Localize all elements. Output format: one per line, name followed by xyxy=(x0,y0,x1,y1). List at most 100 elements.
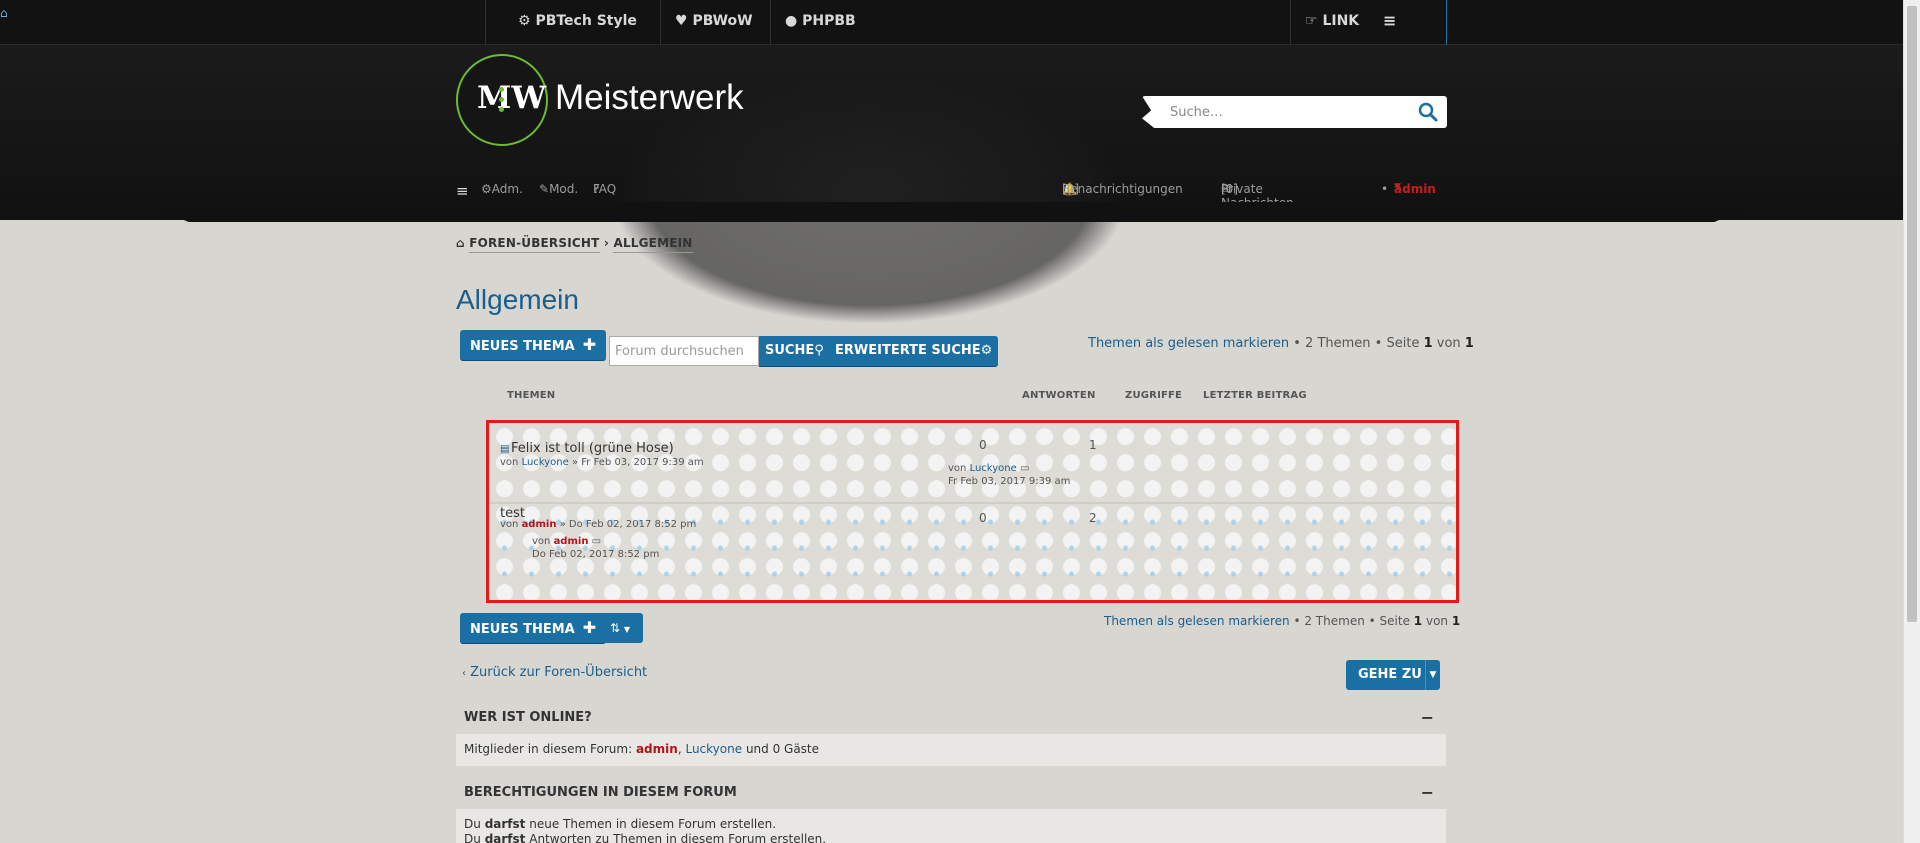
home-icon[interactable]: ⌂ xyxy=(456,236,465,250)
mark-read-link[interactable]: Themen als gelesen markieren xyxy=(1088,336,1289,351)
new-topic-button-bottom[interactable]: NEUES THEMA ✚ xyxy=(460,613,607,643)
pagination-bottom: Themen als gelesen markieren • 2 Themen … xyxy=(1104,614,1461,628)
nav-item-pbtech[interactable]: ⚙ PBTech Style xyxy=(518,0,637,45)
topic-date: » Fr Feb 03, 2017 9:39 am xyxy=(571,457,704,468)
hamburger-icon[interactable]: ≡ xyxy=(1383,0,1396,45)
topic-author[interactable]: Luckyone xyxy=(522,457,569,468)
nav-item-label: PBTech Style xyxy=(535,13,637,29)
column-last-post: LETZTER BEITRAG xyxy=(1203,390,1307,401)
topic-author-line: von admin » Do Feb 02, 2017 8:52 pm xyxy=(500,519,696,530)
who-is-online-body: Mitglieder in diesem Forum: admin, Lucky… xyxy=(456,734,1446,766)
by-label: von xyxy=(500,519,519,530)
by-label: von xyxy=(532,536,551,547)
advanced-search-button[interactable]: ERWEITERTE SUCHE⚙ xyxy=(829,336,999,366)
topic-title-link[interactable]: Felix ist toll (grüne Hose) xyxy=(511,441,674,456)
sort-options-button[interactable]: ⇅ ▼ xyxy=(597,613,643,643)
nav-item-pbwow[interactable]: ♥ PBWoW xyxy=(675,0,753,45)
nav-item-phpbb[interactable]: ● PHPBB xyxy=(785,0,856,45)
online-suffix: und 0 Gäste xyxy=(745,742,820,756)
last-post-author[interactable]: admin xyxy=(554,536,589,547)
new-topic-button[interactable]: NEUES THEMA ✚ xyxy=(460,330,607,360)
vertical-scrollbar[interactable] xyxy=(1903,0,1920,843)
nav-separator xyxy=(485,0,486,45)
collapse-icon[interactable]: − xyxy=(1421,704,1434,732)
online-user-link[interactable]: Luckyone xyxy=(685,742,742,756)
new-topic-label: NEUES THEMA xyxy=(470,622,575,637)
who-is-online-header[interactable]: WER IST ONLINE? − xyxy=(456,704,1446,732)
perm-text: neue Themen in diesem Forum erstellen. xyxy=(529,817,777,831)
go-to-post-icon[interactable]: ▭ xyxy=(592,536,601,547)
brand-name[interactable]: Meisterwerk xyxy=(555,78,744,118)
scrollbar-thumb[interactable] xyxy=(1907,6,1917,622)
logo-dot xyxy=(499,107,504,112)
caret-down-icon: ▼ xyxy=(1394,182,1401,192)
page-of: von xyxy=(1425,614,1449,628)
go-to-post-icon[interactable]: ▭ xyxy=(1020,463,1029,474)
plus-icon: ✚ xyxy=(582,335,597,354)
view-count: 1 xyxy=(1089,438,1097,452)
new-topic-label: NEUES THEMA xyxy=(470,339,575,354)
forum-search-input[interactable] xyxy=(609,336,759,366)
pagination-top: Themen als gelesen markieren • 2 Themen … xyxy=(1088,336,1474,351)
gear-icon: ⚙ xyxy=(980,343,993,358)
page-current: 1 xyxy=(1413,614,1423,628)
goto-label: GEHE ZU xyxy=(1358,667,1422,682)
plus-icon: ✚ xyxy=(582,618,597,637)
permissions-body: Du darfst neue Themen in diesem Forum er… xyxy=(456,809,1446,843)
search-input[interactable] xyxy=(1170,96,1410,128)
view-count: 2 xyxy=(1089,511,1097,525)
home-icon[interactable]: ⌂ xyxy=(0,6,8,20)
page-total: 1 xyxy=(1464,336,1474,351)
permissions-header[interactable]: BERECHTIGUNGEN IN DIESEM FORUM − xyxy=(456,779,1446,807)
topic-author-line: von Luckyone » Fr Feb 03, 2017 9:39 am xyxy=(500,457,704,468)
mark-read-link[interactable]: Themen als gelesen markieren xyxy=(1104,614,1290,628)
mod-link[interactable]: ✎ Mod. xyxy=(539,182,578,196)
page-title[interactable]: Allgemein xyxy=(456,284,579,316)
header-search xyxy=(1142,96,1447,128)
back-label: Zurück zur Foren-Übersicht xyxy=(470,665,648,680)
reply-count: 0 xyxy=(979,438,987,452)
online-title: WER IST ONLINE? xyxy=(464,710,592,725)
goto-button[interactable]: GEHE ZU ▼ xyxy=(1346,660,1440,690)
collapse-icon[interactable]: − xyxy=(1421,779,1434,807)
breadcrumb-current[interactable]: ALLGEMEIN xyxy=(613,236,693,253)
online-separator: , xyxy=(677,742,682,756)
breadcrumb-home[interactable]: FOREN-ÜBERSICHT xyxy=(469,236,600,253)
page-total: 1 xyxy=(1451,614,1461,628)
quick-links-icon[interactable]: ≡ xyxy=(456,182,469,200)
column-topics: THEMEN xyxy=(507,390,556,401)
nav-separator xyxy=(660,0,661,45)
page-of: von xyxy=(1436,336,1461,351)
permission-line: Du darfst Antworten zu Themen in diesem … xyxy=(464,832,1438,843)
nav-item-link[interactable]: ☞ LINK xyxy=(1305,0,1359,45)
last-post-author-line: von Luckyone ▭ xyxy=(948,463,1029,474)
nav-item-label: PHPBB xyxy=(802,13,856,29)
by-label: von xyxy=(500,457,519,468)
chevron-left-icon: ‹ xyxy=(462,668,466,679)
nav-item-label: PBWoW xyxy=(692,13,753,29)
back-to-index-link[interactable]: ‹ Zurück zur Foren-Übersicht xyxy=(462,665,647,680)
permission-line: Du darfst neue Themen in diesem Forum er… xyxy=(464,817,1438,832)
mod-label: Mod. xyxy=(549,182,579,196)
notifications-label: Benachrichtigungen xyxy=(1062,182,1183,196)
globe-icon: ● xyxy=(785,13,798,29)
search-icon[interactable] xyxy=(1417,101,1439,123)
page-current: 1 xyxy=(1423,336,1433,351)
last-post-date: Do Feb 02, 2017 8:52 pm xyxy=(532,549,660,560)
online-admin-link[interactable]: admin xyxy=(636,742,678,756)
notifications-count: [0] xyxy=(1062,182,1079,196)
header-bottom-band xyxy=(140,202,1763,222)
row-separator xyxy=(489,502,1456,504)
nav-separator xyxy=(1290,0,1291,45)
top-navbar: ⌂ ⚙ PBTech Style ♥ PBWoW ● PHPBB ☞ LINK … xyxy=(0,0,1903,45)
nav-separator xyxy=(1446,0,1447,45)
topics-count: 2 Themen xyxy=(1305,336,1371,351)
search-forum-button[interactable]: SUCHE⚲ xyxy=(759,336,830,366)
last-post-author[interactable]: Luckyone xyxy=(970,463,1017,474)
topics-count: 2 Themen xyxy=(1304,614,1365,628)
adm-link[interactable]: ⚙ Adm. xyxy=(481,182,523,196)
topic-author[interactable]: admin xyxy=(522,519,557,530)
logo-dot xyxy=(499,97,504,102)
sub-navbar: ≡ ⚙ Adm. ✎ Mod. ? FAQ 🔔 Benachrichtigung… xyxy=(456,182,1446,210)
topic-date: » Do Feb 02, 2017 8:52 pm xyxy=(559,519,697,530)
